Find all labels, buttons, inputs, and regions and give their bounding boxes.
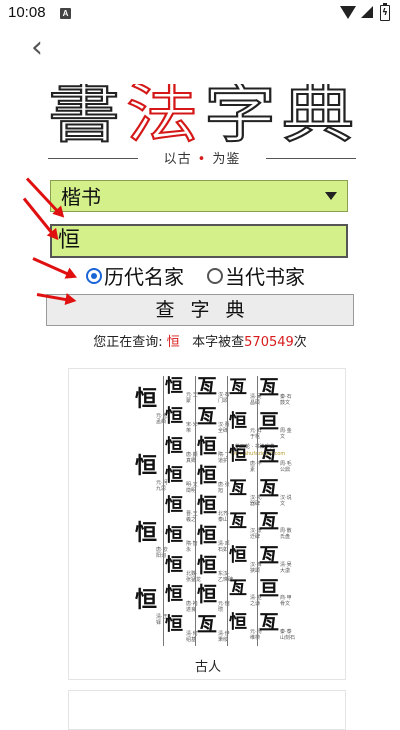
- glyph-column-5: 亙秦·石鼓文亘周·金文亙周·毛公鼎亙汉·说文亙周·散氏盘亙清·吴大澂亘商·甲骨文…: [259, 375, 296, 646]
- calligraphy-glyph: 恒: [135, 520, 158, 546]
- calligraphy-glyph: 恒: [165, 584, 183, 605]
- calligraphy-glyph: 恒: [229, 545, 247, 566]
- search-dictionary-button[interactable]: 查字典: [46, 294, 354, 326]
- calligraphy-glyph: 恒: [165, 436, 183, 457]
- script-style-value: 楷书: [61, 185, 101, 209]
- calligraphy-glyph: 亘: [259, 409, 279, 433]
- radio-unchecked-icon: [207, 268, 223, 284]
- calligraphy-glyph: 恒: [197, 582, 217, 606]
- logo-char-4: 典: [282, 84, 354, 144]
- calligraphy-glyph: 恒: [229, 411, 247, 432]
- calligraphy-glyph: 亙: [259, 442, 279, 466]
- glyph-caption: 汉·说文: [280, 495, 292, 507]
- glyph-caption: 周·散氏盘: [280, 528, 292, 540]
- calligraphy-glyph: 亙: [259, 610, 279, 634]
- era-radio-group: 历代名家 当代书家: [86, 263, 376, 291]
- glyph-caption: 清·吴大澂: [280, 562, 292, 574]
- character-input[interactable]: 恒: [50, 224, 348, 258]
- result-card-label: 古人: [194, 660, 221, 675]
- calligraphy-glyph: 恒: [197, 463, 217, 487]
- calligraphy-glyph: 亙: [259, 543, 279, 567]
- result-card-next[interactable]: [68, 690, 346, 730]
- logo-char-3: 字: [204, 84, 276, 144]
- radio-checked-icon: [86, 268, 102, 284]
- calligraphy-glyph: 恒: [229, 444, 247, 465]
- calligraphy-glyph: 恒: [165, 525, 183, 546]
- notification-icon: A: [60, 8, 71, 19]
- calligraphy-glyph: 亙: [197, 612, 217, 636]
- glyph-caption: 秦·泰山刻石: [280, 629, 296, 641]
- logo-char-1: 書: [48, 84, 120, 144]
- glyph-column-2: 恒元·王蒙恒宋·米芾恒唐·颜真卿恒明·文徵明恒晋·王羲之恒隋·智永恒北魏·张猛龙…: [165, 376, 201, 646]
- calligraphy-glyph: 亙: [229, 377, 247, 398]
- calligraphy-glyph: 亙: [229, 511, 247, 532]
- calligraphy-glyph: 恒: [165, 376, 183, 397]
- calligraphy-glyph: 恒: [135, 386, 158, 412]
- calligraphy-glyph: 恒: [135, 587, 158, 613]
- calligraphy-glyph: 恒: [135, 453, 158, 479]
- app-logo: 書 法 字 典: [48, 84, 355, 144]
- logo-char-2: 法: [126, 84, 198, 144]
- calligraphy-glyph: 亙: [197, 374, 217, 398]
- battery-icon: ϟ: [380, 3, 390, 21]
- result-card[interactable]: 第四轮 · 书法字典 www.shufazidian.com 恒元·赵孟頫恒元·…: [68, 368, 346, 680]
- glyph-caption: 秦·石鼓文: [280, 394, 292, 406]
- annotation-arrow-radio: [32, 257, 71, 277]
- calligraphy-glyph: 亙: [229, 478, 247, 499]
- slogan-divider-left: [48, 158, 138, 159]
- column-divider: [195, 376, 196, 646]
- status-bar: 10:08 A ϟ: [0, 0, 400, 28]
- status-time: 10:08: [8, 4, 46, 21]
- query-status: 您正在查询: 恒 本字被查570549次: [93, 335, 307, 350]
- calligraphy-glyph: 亙: [259, 509, 279, 533]
- calligraphy-glyph: 恒: [197, 553, 217, 577]
- column-divider: [227, 376, 228, 646]
- calligraphy-glyph: 恒: [165, 614, 183, 635]
- calligraphy-glyph: 恒: [197, 523, 217, 547]
- glyph-caption: 周·毛公鼎: [280, 461, 292, 473]
- glyph-caption: 商·甲骨文: [280, 595, 292, 607]
- calligraphy-glyph: 恒: [229, 612, 247, 633]
- dropdown-arrow-icon: [325, 192, 337, 200]
- column-divider: [257, 376, 258, 646]
- radio-contemporary-label: 当代书家: [225, 265, 305, 289]
- slogan: 以古 • 为鉴: [48, 148, 356, 168]
- calligraphy-glyph: 亙: [197, 404, 217, 428]
- slogan-divider-right: [266, 158, 356, 159]
- glyph-column-3: 亙汉·石门颂亙汉·曹全碑恒隋·丁道护恒唐·张旭恒北齐·泰山恒清·邓石如恒东汉·乙…: [197, 374, 233, 646]
- calligraphy-glyph: 亘: [259, 576, 279, 600]
- radio-historical-label: 历代名家: [104, 265, 184, 289]
- wifi-icon: [340, 6, 356, 19]
- calligraphy-glyph: 恒: [165, 465, 183, 486]
- back-button[interactable]: ‹: [22, 33, 52, 63]
- calligraphy-sheet: 第四轮 · 书法字典 www.shufazidian.com 恒元·赵孟頫恒元·…: [135, 370, 295, 650]
- calligraphy-glyph: 恒: [165, 555, 183, 576]
- calligraphy-glyph: 亙: [259, 375, 279, 399]
- calligraphy-glyph: 亙: [229, 578, 247, 599]
- calligraphy-glyph: 恒: [165, 495, 183, 516]
- slogan-text: 以古 • 为鉴: [163, 152, 241, 167]
- calligraphy-glyph: 恒: [165, 406, 183, 427]
- glyph-caption: 周·金文: [280, 428, 292, 440]
- script-style-select[interactable]: 楷书: [50, 180, 348, 212]
- chevron-left-icon: ‹: [31, 30, 43, 65]
- calligraphy-glyph: 亙: [259, 476, 279, 500]
- calligraphy-glyph: 恒: [197, 434, 217, 458]
- calligraphy-glyph: 恒: [197, 493, 217, 517]
- column-divider: [163, 376, 164, 646]
- signal-icon: [361, 6, 373, 18]
